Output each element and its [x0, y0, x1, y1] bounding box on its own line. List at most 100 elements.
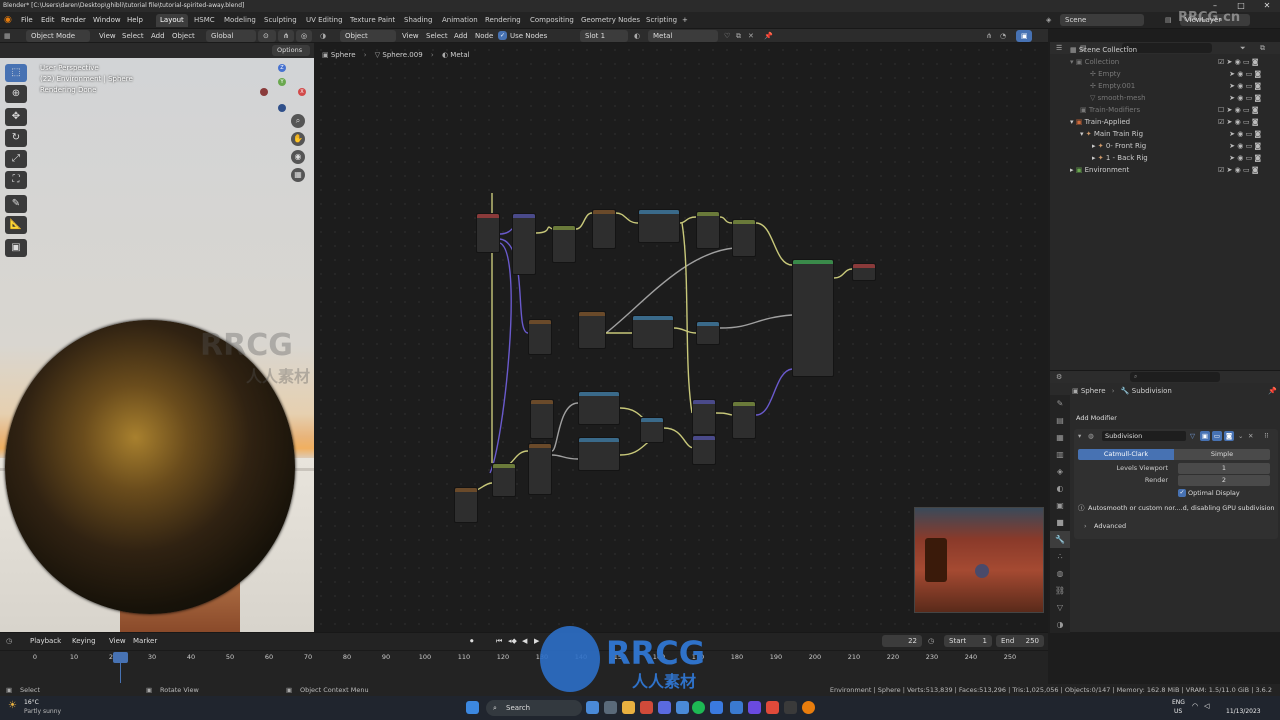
eye-icon[interactable]: ◉: [1237, 70, 1245, 78]
collapse-icon[interactable]: ▾: [1078, 431, 1081, 441]
tab-animation[interactable]: Animation: [438, 14, 482, 27]
physics-tab-icon[interactable]: ◍: [1050, 565, 1070, 582]
current-frame-field[interactable]: 22: [882, 635, 922, 647]
fake-user-icon[interactable]: ♡: [724, 30, 730, 42]
monitor-icon[interactable]: ▭: [1243, 166, 1252, 174]
windows-start-icon[interactable]: [466, 701, 479, 714]
modifier-name-field[interactable]: Subdivision: [1102, 431, 1186, 441]
scene-selector[interactable]: Scene: [1060, 14, 1144, 26]
exclude-checkbox-icon[interactable]: ☑: [1218, 58, 1227, 66]
gradient-texture-node[interactable]: [530, 399, 554, 439]
tool-tab-icon[interactable]: ✎: [1050, 395, 1070, 412]
camera-icon[interactable]: ◙: [1252, 118, 1259, 126]
tab-rendering[interactable]: Rendering: [481, 14, 525, 27]
app-icon-5[interactable]: [766, 701, 779, 714]
eye-icon[interactable]: ◉: [1237, 130, 1245, 138]
blender-logo-icon[interactable]: ◉: [4, 15, 12, 26]
select-arrow-icon[interactable]: ➤: [1227, 58, 1235, 66]
tab-uv-editing[interactable]: UV Editing: [302, 14, 347, 27]
eye-icon[interactable]: ◉: [1237, 142, 1245, 150]
menu-edit[interactable]: Edit: [41, 15, 55, 26]
advanced-section[interactable]: Advanced: [1094, 521, 1126, 531]
separate-color-node[interactable]: [578, 311, 606, 349]
pin-icon[interactable]: 📌: [764, 30, 773, 42]
camera-icon[interactable]: ◙: [1254, 142, 1261, 150]
tab-shading[interactable]: Shading: [400, 14, 436, 27]
discord-icon[interactable]: [658, 701, 671, 714]
ortho-toggle-icon[interactable]: ▦: [291, 168, 305, 182]
bump-node[interactable]: [732, 219, 756, 257]
timeline-editor-icon[interactable]: ◷: [6, 635, 12, 647]
weather-icon[interactable]: ☀: [8, 700, 17, 711]
eye-icon[interactable]: ◉: [1235, 58, 1243, 66]
monitor-icon[interactable]: ▭: [1243, 58, 1252, 66]
tab-hsmc[interactable]: HSMC: [190, 14, 219, 27]
modifier-dropdown-icon[interactable]: ⌄: [1238, 431, 1243, 441]
render-tab-icon[interactable]: ▤: [1050, 412, 1070, 429]
math-node-2[interactable]: [640, 417, 664, 443]
color-ramp-node-2[interactable]: [578, 391, 620, 425]
camera-icon[interactable]: ◙: [1254, 154, 1261, 162]
record-icon[interactable]: ⏺: [470, 635, 474, 647]
taskbar-date[interactable]: 11/13/2023: [1226, 708, 1261, 715]
cage-icon[interactable]: ▣: [1200, 431, 1210, 441]
camera-icon[interactable]: ◙: [1254, 82, 1261, 90]
outliner-row-empty[interactable]: ✢ Empty: [1090, 68, 1121, 80]
measure-tool-icon[interactable]: 📐: [5, 216, 27, 234]
properties-search-input[interactable]: ⌕: [1130, 372, 1220, 382]
camera-icon[interactable]: ◙: [1254, 70, 1261, 78]
menu-file[interactable]: File: [21, 15, 33, 26]
viewport-display-icon[interactable]: ▭: [1212, 431, 1222, 441]
constraints-tab-icon[interactable]: ⛓: [1050, 582, 1070, 599]
material-output-node[interactable]: [852, 263, 876, 281]
task-view-icon[interactable]: [586, 701, 599, 714]
shader-type-selector[interactable]: Object: [340, 30, 396, 42]
texture-coordinate-node-2[interactable]: [492, 463, 516, 497]
mix-shader-node-2[interactable]: [692, 435, 716, 465]
blender-taskbar-icon[interactable]: [802, 701, 815, 714]
new-collection-icon[interactable]: ⧉: [1260, 42, 1265, 54]
node-menu-select[interactable]: Select: [426, 30, 448, 42]
outliner-row-front-rig[interactable]: ▸ ✦ 0- Front Rig: [1092, 140, 1146, 152]
expand-advanced-icon[interactable]: ›: [1084, 521, 1087, 531]
properties-pin-icon[interactable]: 📌: [1268, 385, 1277, 397]
snap-node-icon[interactable]: ⋔: [986, 30, 992, 42]
menu-render[interactable]: Render: [61, 15, 86, 26]
catmull-clark-button[interactable]: Catmull-Clark: [1078, 449, 1174, 460]
mode-selector[interactable]: Object Mode: [26, 30, 90, 42]
exclude-checkbox-icon[interactable]: ☑: [1218, 118, 1227, 126]
camera-icon[interactable]: ◙: [1254, 94, 1261, 102]
menu-window[interactable]: Window: [93, 15, 121, 26]
tab-compositing[interactable]: Compositing: [526, 14, 578, 27]
prev-keyframe-icon[interactable]: ◂◆: [508, 635, 517, 647]
mix-node[interactable]: [638, 209, 680, 243]
voronoi-texture-node[interactable]: [528, 319, 552, 355]
render-levels-field[interactable]: 2: [1178, 475, 1270, 486]
image-texture-node[interactable]: [454, 487, 478, 523]
eye-icon[interactable]: ◉: [1237, 82, 1245, 90]
outliner-row-collection[interactable]: ▾ ▣ Collection: [1070, 56, 1119, 68]
render-display-icon[interactable]: ◙: [1224, 431, 1234, 441]
app-icon-3[interactable]: [730, 701, 743, 714]
data-tab-icon[interactable]: ▽: [1050, 599, 1070, 616]
tab-geometry-nodes[interactable]: Geometry Nodes: [577, 14, 644, 27]
tab-sculpting[interactable]: Sculpting: [260, 14, 301, 27]
gizmo-neg-z-axis[interactable]: [278, 104, 286, 112]
end-frame-field[interactable]: End 250: [996, 635, 1044, 647]
scene-collection-row[interactable]: ▦ Scene Collection: [1070, 44, 1137, 56]
camera-icon[interactable]: ◙: [1252, 58, 1259, 66]
rotate-tool-icon[interactable]: ↻: [5, 129, 27, 147]
duplicate-material-icon[interactable]: ⧉: [736, 30, 741, 42]
eye-icon[interactable]: ◉: [1235, 118, 1243, 126]
remove-modifier-icon[interactable]: ✕: [1248, 431, 1253, 441]
modifier-tab-icon[interactable]: 🔧: [1050, 531, 1070, 548]
world-tab-icon[interactable]: ◐: [1050, 480, 1070, 497]
properties-editor-icon[interactable]: ⚙: [1056, 371, 1062, 383]
node-menu-node[interactable]: Node: [475, 30, 493, 42]
math-node[interactable]: [696, 211, 720, 249]
mapping-node[interactable]: [512, 213, 536, 275]
color-ramp-node[interactable]: [592, 209, 616, 249]
collection-tab-icon[interactable]: ▣: [1050, 497, 1070, 514]
move-tool-icon[interactable]: ✥: [5, 108, 27, 126]
transform-tool-icon[interactable]: ⛶: [5, 171, 27, 189]
